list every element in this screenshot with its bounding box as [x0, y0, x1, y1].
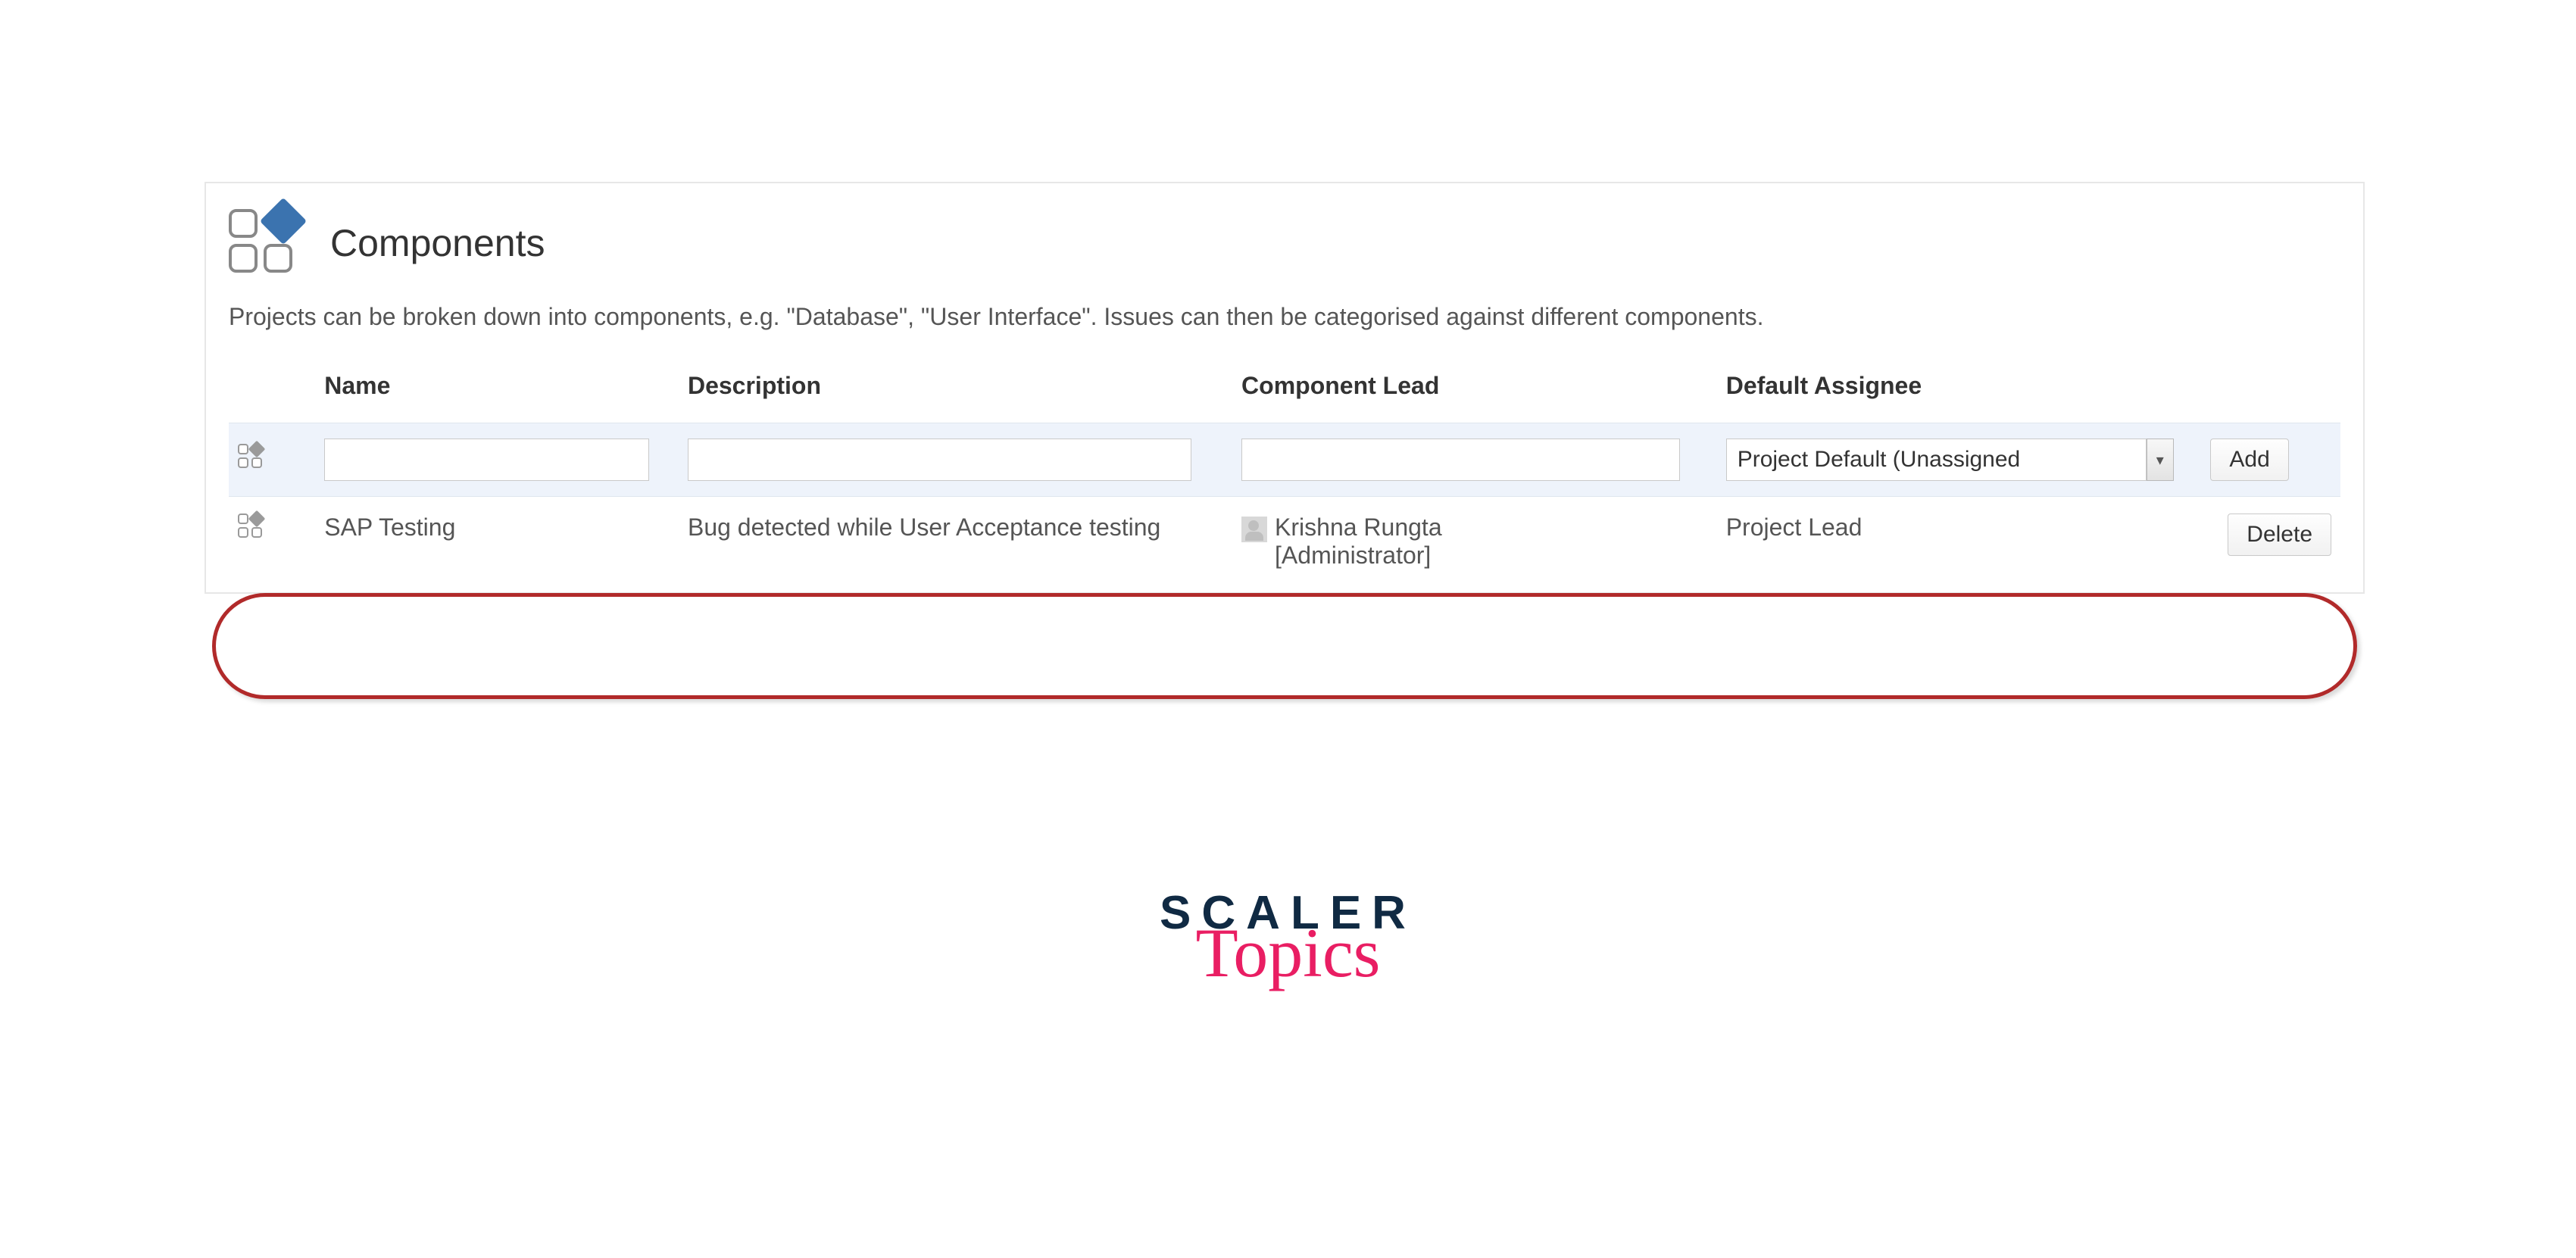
- row-lead: Krishna Rungta [Administrator]: [1275, 514, 1442, 570]
- row-assignee: Project Lead: [1717, 497, 2202, 593]
- default-assignee-value: Project Default (Unassigned: [1726, 439, 2147, 481]
- components-icon: [229, 209, 312, 277]
- row-name: SAP Testing: [315, 497, 679, 593]
- chevron-down-icon[interactable]: ▾: [2147, 439, 2174, 481]
- col-header-name: Name: [315, 361, 679, 423]
- col-header-description: Description: [679, 361, 1232, 423]
- name-input[interactable]: [324, 439, 648, 481]
- component-lead-input[interactable]: [1241, 439, 1680, 481]
- components-table: Name Description Component Lead Default …: [229, 361, 2340, 592]
- components-icon: [238, 444, 264, 470]
- page-description: Projects can be broken down into compone…: [229, 295, 2340, 361]
- table-header-row: Name Description Component Lead Default …: [229, 361, 2340, 423]
- components-panel: Components Projects can be broken down i…: [205, 182, 2365, 594]
- col-header-lead: Component Lead: [1232, 361, 1717, 423]
- delete-button[interactable]: Delete: [2228, 514, 2331, 556]
- components-icon: [238, 514, 264, 539]
- add-button[interactable]: Add: [2210, 439, 2288, 481]
- description-input[interactable]: [688, 439, 1191, 481]
- avatar-icon: [1241, 517, 1267, 542]
- page-title: Components: [330, 221, 545, 265]
- default-assignee-select[interactable]: Project Default (Unassigned ▾: [1726, 439, 2174, 481]
- panel-header: Components: [229, 206, 2340, 295]
- highlight-annotation: [212, 593, 2357, 699]
- logo-line2: Topics: [1160, 922, 1416, 985]
- row-description: Bug detected while User Acceptance testi…: [679, 497, 1232, 593]
- add-component-row: Project Default (Unassigned ▾ Add: [229, 423, 2340, 497]
- col-header-assignee: Default Assignee: [1717, 361, 2202, 423]
- table-row: SAP Testing Bug detected while User Acce…: [229, 497, 2340, 593]
- scaler-topics-logo: SCALER Topics: [1160, 886, 1416, 985]
